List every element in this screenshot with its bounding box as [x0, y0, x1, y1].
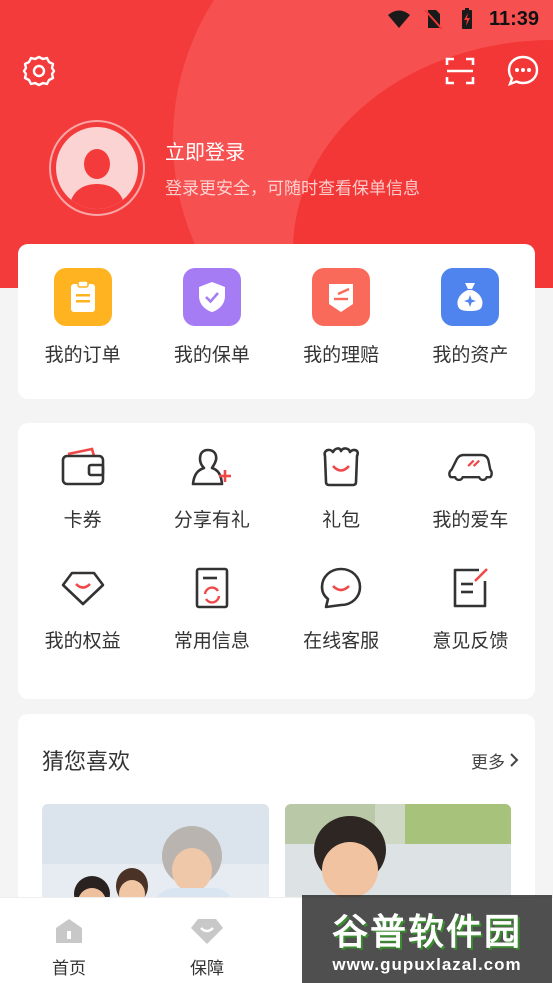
watermark-title: 谷普软件园	[331, 912, 522, 953]
diamond-icon	[191, 919, 223, 944]
more-label: 更多	[471, 752, 505, 773]
my-orders-label: 我的订单	[44, 344, 121, 366]
nav-protection-label: 保障	[190, 959, 224, 979]
my-policies-label: 我的保单	[173, 344, 250, 366]
wifi-icon	[387, 10, 410, 28]
nav-home-label: 首页	[52, 959, 86, 979]
feedback-label: 意见反馈	[432, 630, 509, 652]
gift-bag-icon	[317, 443, 365, 491]
nav-home[interactable]: 首页	[0, 898, 138, 983]
watermark-url: www.gupuxlazal.com	[332, 955, 522, 974]
common-info-item[interactable]: 常用信息	[147, 564, 276, 653]
orders-card: 我的订单 我的保单 我的理赔 我的资产	[18, 244, 535, 399]
my-car-label: 我的爱车	[432, 509, 509, 531]
battery-charging-icon	[461, 8, 472, 29]
status-time: 11:39	[488, 7, 539, 30]
home-icon	[56, 919, 82, 943]
wallet-icon	[59, 443, 107, 491]
common-info-label: 常用信息	[173, 630, 250, 652]
coupons-item[interactable]: 卡券	[18, 443, 147, 532]
message-icon[interactable]	[504, 52, 542, 90]
my-rights-item[interactable]: 我的权益	[18, 564, 147, 653]
add-person-icon	[188, 443, 236, 491]
my-assets-label: 我的资产	[432, 344, 509, 366]
no-sim-icon	[424, 9, 443, 30]
document-refresh-icon	[188, 564, 236, 612]
header-toolbar	[0, 52, 553, 92]
chevron-right-icon	[510, 753, 519, 767]
gift-pack-label: 礼包	[322, 509, 361, 531]
watermark-overlay: 谷普软件园 www.gupuxlazal.com	[302, 895, 552, 983]
nav-protection[interactable]: 保障	[138, 898, 276, 983]
shield-check-icon	[182, 268, 241, 326]
claim-edit-icon	[312, 268, 371, 326]
login-title[interactable]: 立即登录	[165, 138, 420, 166]
my-rights-label: 我的权益	[44, 630, 121, 652]
status-bar: 11:39	[0, 0, 553, 38]
avatar[interactable]	[49, 120, 145, 216]
my-claims-item[interactable]: 我的理赔	[277, 268, 406, 367]
feedback-item[interactable]: 意见反馈	[406, 564, 535, 653]
scan-icon[interactable]	[441, 52, 479, 90]
online-service-label: 在线客服	[303, 630, 380, 652]
share-gift-item[interactable]: 分享有礼	[147, 443, 276, 532]
login-section[interactable]: 立即登录 登录更安全，可随时查看保单信息	[49, 120, 420, 216]
car-icon	[446, 443, 494, 491]
my-claims-label: 我的理赔	[303, 344, 380, 366]
clipboard-icon	[53, 268, 112, 326]
more-link[interactable]: 更多	[471, 748, 519, 773]
services-card: 卡券 分享有礼 礼包 我的爱车 我的权益 常用信息 在线客服 意见反馈	[18, 423, 535, 699]
share-gift-label: 分享有礼	[173, 509, 250, 531]
coupons-label: 卡券	[63, 509, 102, 531]
my-assets-item[interactable]: 我的资产	[406, 268, 535, 367]
my-orders-item[interactable]: 我的订单	[18, 268, 147, 367]
person-icon	[69, 149, 125, 209]
feedback-edit-icon	[446, 564, 494, 612]
settings-icon[interactable]	[20, 52, 58, 90]
online-service-item[interactable]: 在线客服	[277, 564, 406, 653]
my-policies-item[interactable]: 我的保单	[147, 268, 276, 367]
my-car-item[interactable]: 我的爱车	[406, 443, 535, 532]
diamond-icon	[59, 564, 107, 612]
gift-pack-item[interactable]: 礼包	[277, 443, 406, 532]
recommendations-title: 猜您喜欢	[42, 750, 131, 775]
chat-smile-icon	[317, 564, 365, 612]
money-bag-icon	[441, 268, 500, 326]
login-subtitle: 登录更安全，可随时查看保单信息	[165, 178, 420, 199]
